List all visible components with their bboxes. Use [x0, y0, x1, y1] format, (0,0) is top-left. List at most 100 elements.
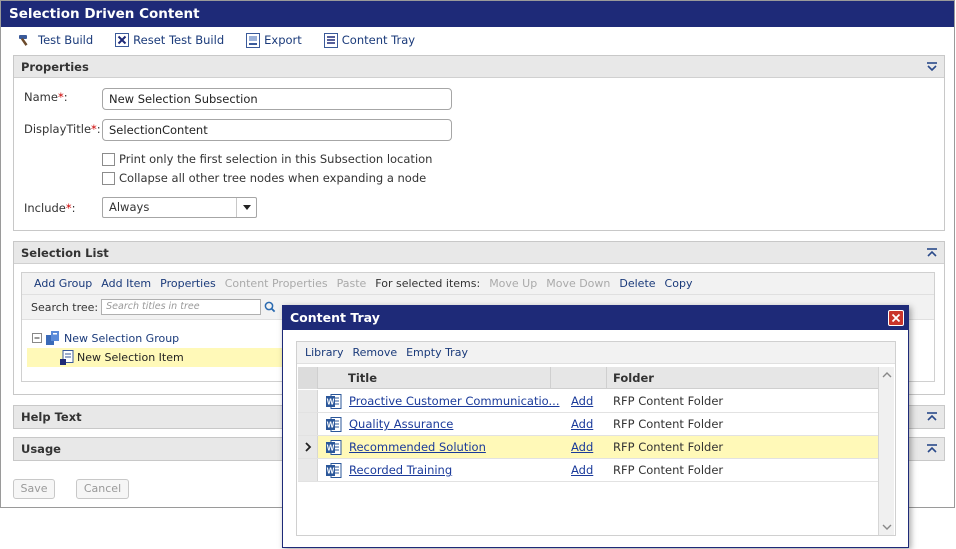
- row-pointer-icon: [305, 442, 312, 452]
- save-button[interactable]: Save: [13, 479, 55, 499]
- selection-list-title: Selection List: [21, 246, 109, 260]
- column-folder[interactable]: Folder: [613, 367, 654, 389]
- add-item-link[interactable]: Add Item: [101, 277, 151, 290]
- content-tray-title: Content Tray: [283, 306, 908, 330]
- list-icon: [323, 32, 338, 48]
- properties-panel: Properties Name*: New Selection Subsecti…: [13, 55, 945, 231]
- column-title[interactable]: Title: [348, 367, 377, 389]
- row-gutter[interactable]: [298, 413, 318, 435]
- collapse-icon[interactable]: [926, 61, 938, 73]
- collapse-nodes-checkbox[interactable]: [102, 171, 115, 185]
- print-first-selection-checkbox[interactable]: [102, 152, 115, 166]
- tree-group-label: New Selection Group: [64, 331, 180, 345]
- row-add-link[interactable]: Add: [571, 390, 593, 413]
- help-text-title: Help Text: [21, 410, 82, 424]
- name-label: Name*:: [24, 90, 68, 104]
- close-icon: [891, 313, 901, 323]
- grid-header: Title Folder: [298, 367, 882, 389]
- word-document-icon: W: [326, 440, 342, 455]
- search-tree-label: Search tree:: [31, 300, 99, 314]
- row-add-link[interactable]: Add: [571, 436, 593, 459]
- collapse-nodes-row: Collapse all other tree nodes when expan…: [102, 171, 426, 185]
- hammer-icon: [19, 35, 28, 46]
- row-folder: RFP Content Folder: [613, 463, 724, 477]
- expand-icon[interactable]: [926, 411, 938, 423]
- main-toolbar: Test Build Reset Test Build Export Conte…: [1, 27, 954, 53]
- add-group-link[interactable]: Add Group: [34, 277, 92, 290]
- tree-item-label: New Selection Item: [77, 351, 184, 364]
- name-row: Name*:: [24, 90, 102, 104]
- print-first-selection-label: Print only the first selection in this S…: [119, 152, 433, 166]
- empty-tray-link[interactable]: Empty Tray: [406, 346, 468, 359]
- row-gutter[interactable]: [298, 390, 318, 412]
- include-label: Include*:: [24, 201, 76, 215]
- window-title: Selection Driven Content: [1, 1, 954, 27]
- test-build-button[interactable]: Test Build: [18, 33, 93, 47]
- export-button[interactable]: Export: [246, 32, 302, 48]
- search-tree-input[interactable]: Search titles in tree: [101, 299, 262, 315]
- collapse-icon[interactable]: [926, 247, 938, 259]
- display-title-row: DisplayTitle*:: [24, 122, 102, 136]
- properties-title: Properties: [21, 60, 89, 74]
- display-title-label: DisplayTitle*:: [24, 122, 101, 136]
- remove-link[interactable]: Remove: [352, 346, 397, 359]
- for-selected-label: For selected items:: [375, 277, 481, 290]
- library-link[interactable]: Library: [305, 346, 343, 359]
- word-document-icon: W: [326, 463, 342, 478]
- include-select[interactable]: Always: [102, 197, 257, 218]
- usage-title: Usage: [21, 442, 61, 456]
- reset-icon: [115, 33, 130, 47]
- column-divider: [606, 367, 607, 389]
- selection-list-header[interactable]: Selection List: [14, 242, 944, 264]
- move-down-link[interactable]: Move Down: [546, 277, 610, 290]
- move-up-link[interactable]: Move Up: [489, 277, 537, 290]
- cancel-button[interactable]: Cancel: [76, 479, 129, 499]
- search-icon[interactable]: [264, 301, 276, 313]
- row-add-link[interactable]: Add: [571, 459, 593, 482]
- row-gutter[interactable]: [298, 436, 318, 458]
- tree-node-item[interactable]: New Selection Item: [60, 350, 184, 365]
- svg-text:W: W: [327, 467, 335, 476]
- reset-test-build-button[interactable]: Reset Test Build: [115, 33, 224, 47]
- selection-list-toolbar: Add Group Add Item Properties Content Pr…: [22, 273, 934, 295]
- row-add-link[interactable]: Add: [571, 413, 593, 436]
- svg-text:W: W: [327, 444, 335, 453]
- svg-text:W: W: [327, 421, 335, 430]
- expand-icon[interactable]: [926, 443, 938, 455]
- item-icon: [60, 350, 74, 365]
- content-properties-link[interactable]: Content Properties: [225, 277, 328, 290]
- table-row[interactable]: W Proactive Customer Communicatio... Add RF…: [298, 390, 882, 413]
- content-tray-button[interactable]: Content Tray: [323, 32, 416, 48]
- close-button[interactable]: [888, 310, 904, 326]
- paste-link[interactable]: Paste: [337, 277, 367, 290]
- row-folder: RFP Content Folder: [613, 440, 724, 454]
- display-title-field[interactable]: SelectionContent: [102, 119, 452, 141]
- scroll-down-icon[interactable]: [882, 523, 892, 531]
- export-label: Export: [264, 33, 302, 47]
- properties-header[interactable]: Properties: [14, 56, 944, 78]
- group-icon: [46, 331, 59, 345]
- scroll-up-icon[interactable]: [882, 371, 892, 379]
- word-document-icon: W: [326, 417, 342, 432]
- row-title-link[interactable]: Recorded Training: [349, 459, 452, 482]
- table-row[interactable]: W Quality Assurance Add RFP Content Folder: [298, 413, 882, 436]
- table-row[interactable]: W Recommended Solution Add RFP Content Fold…: [298, 436, 882, 459]
- content-tray-dialog: Content Tray Library Remove Empty Tray T…: [282, 305, 909, 548]
- row-folder: RFP Content Folder: [613, 417, 724, 431]
- name-field[interactable]: New Selection Subsection: [102, 88, 452, 110]
- row-title-link[interactable]: Recommended Solution: [349, 436, 486, 459]
- print-first-selection-row: Print only the first selection in this S…: [102, 152, 432, 166]
- row-title-link[interactable]: Proactive Customer Communicatio...: [349, 390, 560, 413]
- properties-link[interactable]: Properties: [160, 277, 216, 290]
- minus-box-icon[interactable]: [32, 333, 42, 343]
- chevron-down-icon[interactable]: [236, 198, 256, 217]
- tree-node-group[interactable]: New Selection Group: [32, 330, 179, 346]
- table-row[interactable]: W Recorded Training Add RFP Content Folder: [298, 459, 882, 482]
- row-gutter[interactable]: [298, 459, 318, 481]
- content-tray-toolbar: Library Remove Empty Tray: [297, 342, 895, 364]
- delete-link[interactable]: Delete: [619, 277, 655, 290]
- copy-link[interactable]: Copy: [665, 277, 693, 290]
- content-tray-label: Content Tray: [341, 33, 416, 47]
- row-title-link[interactable]: Quality Assurance: [349, 413, 453, 436]
- vertical-scrollbar[interactable]: [878, 367, 894, 535]
